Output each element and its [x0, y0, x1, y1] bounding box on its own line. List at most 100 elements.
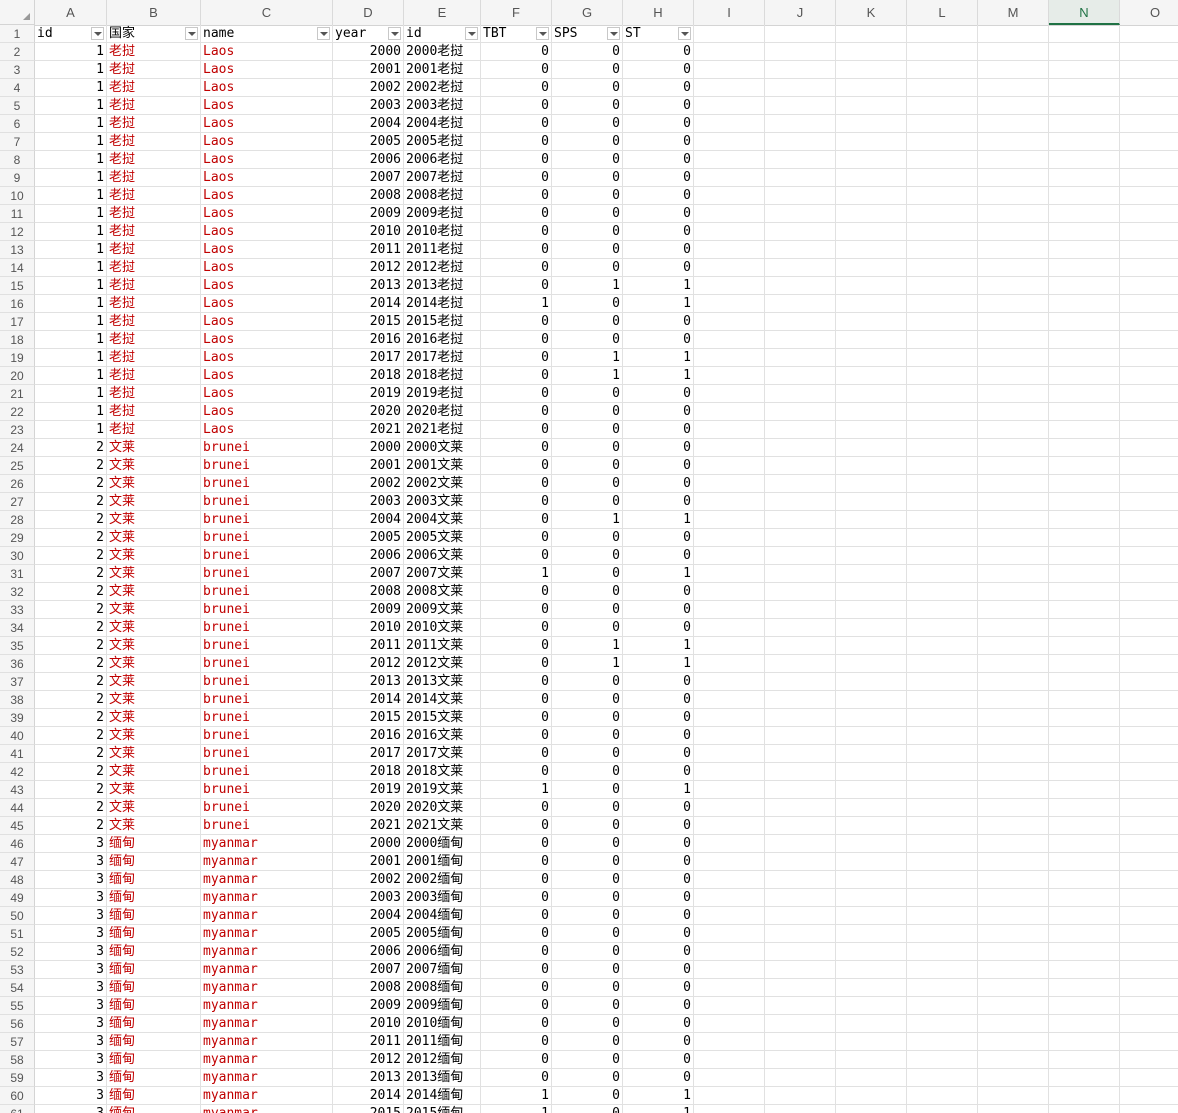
empty-cell[interactable]: [978, 187, 1049, 205]
cell-country-id[interactable]: 2: [35, 619, 107, 637]
empty-cell[interactable]: [765, 925, 836, 943]
empty-cell[interactable]: [1049, 853, 1120, 871]
empty-cell[interactable]: [694, 169, 765, 187]
empty-cell[interactable]: [836, 97, 907, 115]
row-header-15[interactable]: 15: [0, 277, 35, 295]
cell-country-id[interactable]: 2: [35, 475, 107, 493]
row-header-19[interactable]: 19: [0, 349, 35, 367]
row-header-23[interactable]: 23: [0, 421, 35, 439]
cell-country-name[interactable]: brunei: [201, 529, 333, 547]
cell-st[interactable]: 0: [623, 619, 694, 637]
cell-tbt[interactable]: 0: [481, 871, 552, 889]
cell-country-cn[interactable]: 缅甸: [107, 889, 201, 907]
empty-cell[interactable]: [978, 691, 1049, 709]
cell-country-id[interactable]: 2: [35, 493, 107, 511]
column-header-d[interactable]: D: [333, 0, 404, 25]
cell-tbt[interactable]: 0: [481, 385, 552, 403]
cell-grid[interactable]: id 国家 name year id TBT SPS ST 1 老挝 Laos 2000 2000老挝 0…: [35, 25, 1178, 1113]
cell-st[interactable]: 1: [623, 1105, 694, 1113]
cell-year-id[interactable]: 2005缅甸: [404, 925, 481, 943]
cell-country-cn[interactable]: 文莱: [107, 637, 201, 655]
cell-country-cn[interactable]: 文莱: [107, 493, 201, 511]
empty-cell[interactable]: [694, 835, 765, 853]
cell-tbt[interactable]: 1: [481, 781, 552, 799]
cell-tbt[interactable]: 0: [481, 151, 552, 169]
cell-st[interactable]: 0: [623, 547, 694, 565]
empty-cell[interactable]: [1120, 817, 1178, 835]
cell-year[interactable]: 2002: [333, 871, 404, 889]
row-header-26[interactable]: 26: [0, 475, 35, 493]
cell-sps[interactable]: 0: [552, 439, 623, 457]
cell-country-cn[interactable]: 文莱: [107, 583, 201, 601]
empty-cell[interactable]: [907, 583, 978, 601]
empty-cell[interactable]: [978, 349, 1049, 367]
cell-country-cn[interactable]: 老挝: [107, 115, 201, 133]
empty-cell[interactable]: [907, 439, 978, 457]
empty-cell[interactable]: [836, 637, 907, 655]
cell-tbt[interactable]: 0: [481, 817, 552, 835]
cell-year-id[interactable]: 2011缅甸: [404, 1033, 481, 1051]
cell-sps[interactable]: 1: [552, 349, 623, 367]
cell-country-name[interactable]: Laos: [201, 223, 333, 241]
cell-year[interactable]: 2009: [333, 205, 404, 223]
cell-st[interactable]: 1: [623, 367, 694, 385]
cell-tbt[interactable]: 0: [481, 493, 552, 511]
spreadsheet[interactable]: ABCDEFGHIJKLMNO 1 2 3 4 5 6 7 8 9 10 11 12 13 14 15 16 1…: [0, 0, 1178, 1113]
row-header-28[interactable]: 28: [0, 511, 35, 529]
empty-cell[interactable]: [978, 169, 1049, 187]
empty-cell[interactable]: [1049, 43, 1120, 61]
cell-tbt[interactable]: 0: [481, 709, 552, 727]
empty-cell[interactable]: [1120, 601, 1178, 619]
empty-cell[interactable]: [836, 79, 907, 97]
cell-country-name[interactable]: brunei: [201, 709, 333, 727]
row-header-50[interactable]: 50: [0, 907, 35, 925]
empty-cell[interactable]: [1049, 889, 1120, 907]
empty-cell[interactable]: [694, 691, 765, 709]
cell-sps[interactable]: 1: [552, 277, 623, 295]
cell-country-name[interactable]: brunei: [201, 763, 333, 781]
empty-cell[interactable]: [907, 889, 978, 907]
empty-cell[interactable]: [1120, 547, 1178, 565]
empty-cell[interactable]: [1049, 655, 1120, 673]
cell-country-name[interactable]: myanmar: [201, 871, 333, 889]
empty-cell[interactable]: [907, 115, 978, 133]
cell-sps[interactable]: 0: [552, 889, 623, 907]
empty-cell[interactable]: [694, 619, 765, 637]
empty-cell[interactable]: [1049, 331, 1120, 349]
cell-year[interactable]: 2006: [333, 151, 404, 169]
cell-year[interactable]: 2000: [333, 43, 404, 61]
empty-cell[interactable]: [978, 493, 1049, 511]
empty-cell[interactable]: [907, 727, 978, 745]
cell-sps[interactable]: 1: [552, 511, 623, 529]
row-header-9[interactable]: 9: [0, 169, 35, 187]
cell-sps[interactable]: 0: [552, 691, 623, 709]
cell-year-id[interactable]: 2005文莱: [404, 529, 481, 547]
row-header-49[interactable]: 49: [0, 889, 35, 907]
cell-country-name[interactable]: myanmar: [201, 925, 333, 943]
cell-year[interactable]: 2012: [333, 1051, 404, 1069]
cell-country-name[interactable]: myanmar: [201, 1015, 333, 1033]
empty-cell[interactable]: [836, 1087, 907, 1105]
empty-cell[interactable]: [765, 655, 836, 673]
empty-cell[interactable]: [694, 853, 765, 871]
cell-year[interactable]: 2010: [333, 1015, 404, 1033]
select-all-corner[interactable]: [0, 0, 35, 25]
cell-st[interactable]: 0: [623, 1051, 694, 1069]
cell-country-id[interactable]: 3: [35, 961, 107, 979]
empty-cell[interactable]: [978, 655, 1049, 673]
empty-cell[interactable]: [765, 691, 836, 709]
row-header-61[interactable]: 61: [0, 1105, 35, 1113]
cell-sps[interactable]: 0: [552, 457, 623, 475]
cell-sps[interactable]: 0: [552, 313, 623, 331]
cell-year-id[interactable]: 2020文莱: [404, 799, 481, 817]
cell-year-id[interactable]: 2015文莱: [404, 709, 481, 727]
empty-cell[interactable]: [907, 835, 978, 853]
empty-cell[interactable]: [836, 871, 907, 889]
cell-sps[interactable]: 0: [552, 1015, 623, 1033]
empty-cell[interactable]: [1120, 1087, 1178, 1105]
cell-tbt[interactable]: 1: [481, 1105, 552, 1113]
cell-year-id[interactable]: 2001文莱: [404, 457, 481, 475]
empty-cell[interactable]: [765, 1105, 836, 1113]
empty-cell[interactable]: [694, 223, 765, 241]
cell-tbt[interactable]: 0: [481, 673, 552, 691]
